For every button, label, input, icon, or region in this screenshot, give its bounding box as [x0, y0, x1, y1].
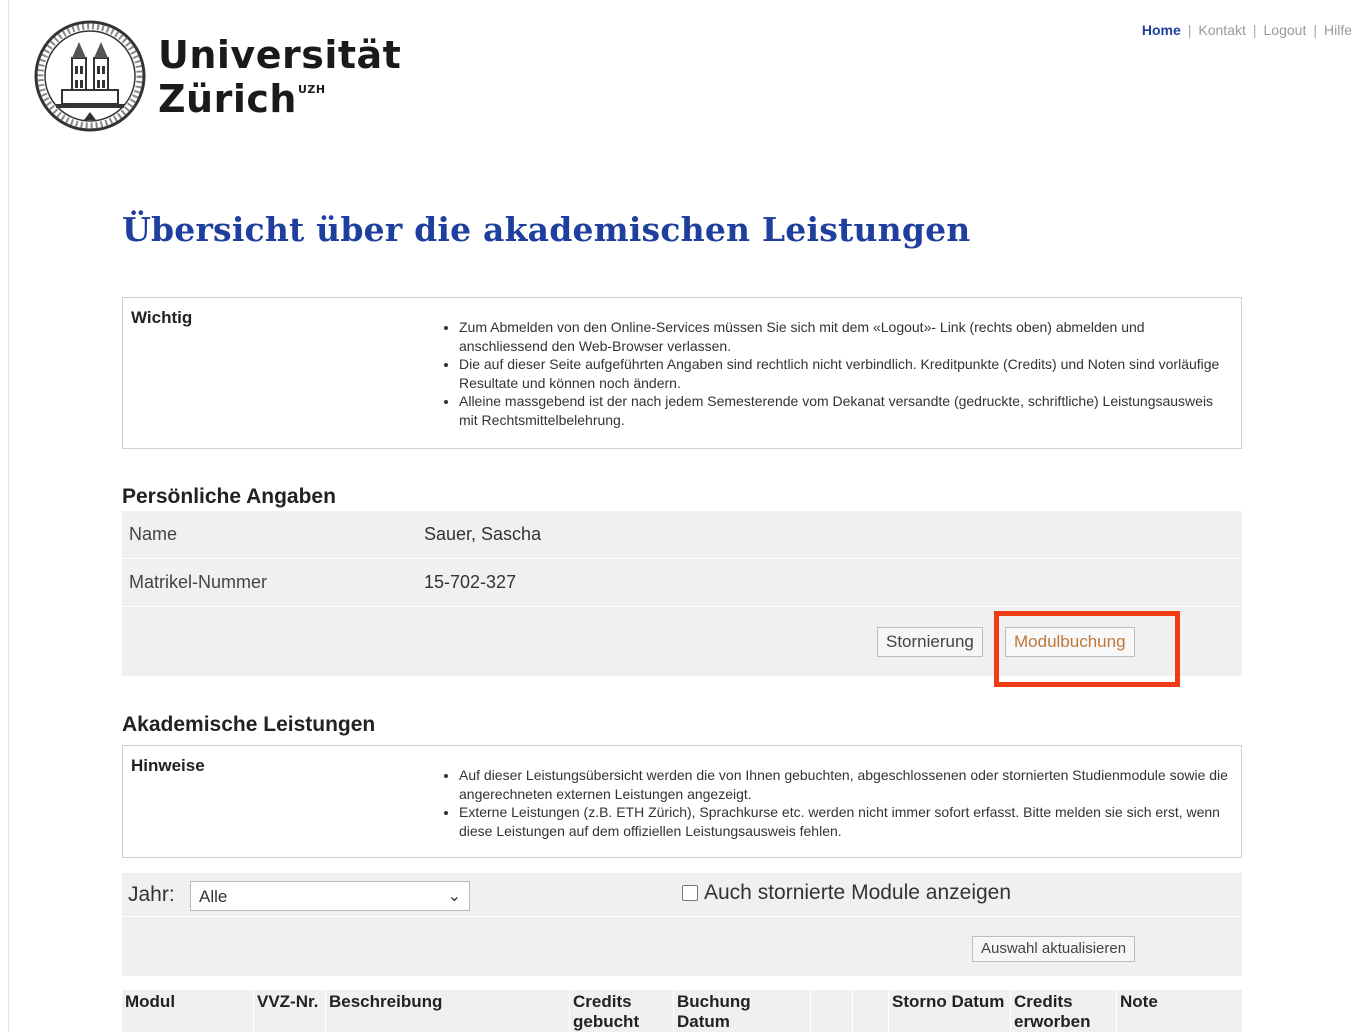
wichtig-item: Die auf dieser Seite aufgeführten Angabe…: [459, 355, 1231, 392]
wichtig-item: Alleine massgebend ist der nach jedem Se…: [459, 392, 1231, 429]
column-header-modul[interactable]: Modul: [122, 990, 253, 1032]
column-header-empty-2: [852, 990, 888, 1032]
nav-logout-link[interactable]: Logout: [1264, 22, 1307, 38]
name-row: Name Sauer, Sascha: [122, 511, 1242, 559]
column-header-note[interactable]: Note: [1116, 990, 1242, 1032]
wichtig-item: Zum Abmelden von den Online-Services müs…: [459, 318, 1231, 355]
stornierung-button[interactable]: Stornierung: [877, 627, 983, 657]
filter-row-divider: [122, 916, 1242, 917]
logo-line1: Universität: [158, 33, 402, 77]
jahr-select[interactable]: Alle ⌄: [190, 881, 470, 911]
persoenliche-angaben-heading: Persönliche Angaben: [122, 485, 336, 508]
column-header-beschreibung[interactable]: Beschreibung: [325, 990, 569, 1032]
nav-separator: |: [1252, 22, 1257, 38]
page-left-border: [8, 0, 9, 1032]
hinweise-item: Externe Leistungen (z.B. ETH Zürich), Sp…: [459, 803, 1231, 840]
auswahl-aktualisieren-button[interactable]: Auswahl aktualisieren: [972, 936, 1136, 962]
matrikel-label: Matrikel-Nummer: [129, 572, 268, 592]
logo-line2: ZürichUZH: [158, 80, 401, 118]
column-header-credits-gebucht[interactable]: Credits gebucht: [569, 990, 673, 1032]
chevron-down-icon: ⌄: [447, 888, 461, 905]
wichtig-notice-box: Wichtig Zum Abmelden von den Online-Serv…: [122, 297, 1242, 449]
wichtig-title: Wichtig: [131, 308, 193, 327]
page-title: Übersicht über die akademischen Leistung…: [122, 210, 971, 249]
akademische-leistungen-heading: Akademische Leistungen: [122, 713, 376, 736]
jahr-selected-value: Alle: [199, 887, 228, 906]
column-header-storno-datum[interactable]: Storno Datum: [888, 990, 1010, 1032]
logo-superscript: UZH: [297, 83, 326, 96]
column-header-vvz-nr[interactable]: VVZ-Nr.: [253, 990, 325, 1032]
hinweise-item: Auf dieser Leistungsübersicht werden die…: [459, 766, 1231, 803]
jahr-label: Jahr:: [128, 883, 175, 906]
name-label: Name: [129, 524, 178, 544]
matrikel-row: Matrikel-Nummer 15-702-327: [122, 559, 1242, 607]
hinweise-list: Auf dieser Leistungsübersicht werden die…: [441, 766, 1231, 840]
stornierte-module-checkbox[interactable]: [682, 885, 698, 901]
university-seal-icon: [34, 20, 146, 132]
top-navigation: Home | Kontakt | Logout | Hilfe: [1142, 22, 1352, 38]
logo-line2-text: Zürich: [158, 77, 297, 121]
hinweise-notice-box: Hinweise Auf dieser Leistungsübersicht w…: [122, 745, 1242, 858]
filter-panel: Jahr: Alle ⌄ Auch stornierte Module anze…: [122, 873, 1242, 976]
wichtig-list: Zum Abmelden von den Online-Services müs…: [441, 318, 1231, 429]
university-logo-text: Universität ZürichUZH: [158, 36, 401, 118]
matrikel-value: 15-702-327: [424, 572, 517, 592]
column-header-credits-erworben[interactable]: Credits erworben: [1010, 990, 1116, 1032]
stornierte-module-label[interactable]: Auch stornierte Module anzeigen: [704, 881, 1011, 905]
nav-kontakt-link[interactable]: Kontakt: [1198, 22, 1245, 38]
nav-separator: |: [1313, 22, 1317, 38]
nav-separator: |: [1187, 22, 1192, 38]
column-header-empty-1: [810, 990, 852, 1032]
name-value: Sauer, Sascha: [424, 524, 542, 544]
column-header-buchung-datum[interactable]: Buchung Datum: [673, 990, 810, 1032]
results-table-header: Modul VVZ-Nr. Beschreibung Credits gebuc…: [122, 990, 1242, 1032]
modulbuchung-highlight-box: [994, 611, 1180, 687]
nav-hilfe-link[interactable]: Hilfe: [1324, 22, 1352, 38]
nav-home-link[interactable]: Home: [1142, 22, 1181, 38]
hinweise-title: Hinweise: [131, 756, 205, 775]
